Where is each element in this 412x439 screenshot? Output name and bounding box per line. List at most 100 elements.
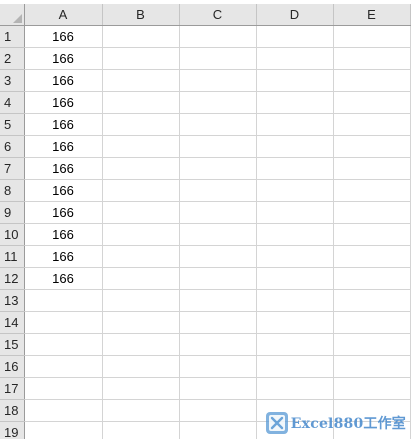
cell-a[interactable]: 166 bbox=[24, 223, 103, 246]
cell-e[interactable] bbox=[333, 47, 411, 70]
cell-c[interactable] bbox=[179, 179, 257, 202]
row-header[interactable]: 9 bbox=[0, 201, 25, 224]
select-all-corner[interactable] bbox=[0, 4, 25, 26]
cell-c[interactable] bbox=[179, 333, 257, 356]
cell-c[interactable] bbox=[179, 311, 257, 334]
cell-c[interactable] bbox=[179, 201, 257, 224]
cell-c[interactable] bbox=[179, 289, 257, 312]
cell-c[interactable] bbox=[179, 399, 257, 422]
cell-e[interactable] bbox=[333, 245, 411, 268]
row-header[interactable]: 8 bbox=[0, 179, 25, 202]
cell-b[interactable] bbox=[102, 377, 180, 400]
cell-e[interactable] bbox=[333, 157, 411, 180]
row-header[interactable]: 6 bbox=[0, 135, 25, 158]
row-header[interactable]: 10 bbox=[0, 223, 25, 246]
cell-a[interactable]: 166 bbox=[24, 135, 103, 158]
row-header[interactable]: 19 bbox=[0, 421, 25, 439]
cell-d[interactable] bbox=[256, 179, 334, 202]
cell-d[interactable] bbox=[256, 223, 334, 246]
cell-c[interactable] bbox=[179, 223, 257, 246]
row-header[interactable]: 7 bbox=[0, 157, 25, 180]
cell-b[interactable] bbox=[102, 201, 180, 224]
cell-e[interactable] bbox=[333, 113, 411, 136]
cell-b[interactable] bbox=[102, 399, 180, 422]
row-header[interactable]: 13 bbox=[0, 289, 25, 312]
cell-c[interactable] bbox=[179, 355, 257, 378]
cell-b[interactable] bbox=[102, 157, 180, 180]
cell-e[interactable] bbox=[333, 333, 411, 356]
cell-c[interactable] bbox=[179, 135, 257, 158]
cell-e[interactable] bbox=[333, 223, 411, 246]
cell-a[interactable]: 166 bbox=[24, 179, 103, 202]
cell-e[interactable] bbox=[333, 91, 411, 114]
cell-c[interactable] bbox=[179, 267, 257, 290]
cell-e[interactable] bbox=[333, 377, 411, 400]
cell-d[interactable] bbox=[256, 157, 334, 180]
cell-b[interactable] bbox=[102, 25, 180, 48]
cell-d[interactable] bbox=[256, 201, 334, 224]
cell-c[interactable] bbox=[179, 245, 257, 268]
row-header[interactable]: 11 bbox=[0, 245, 25, 268]
row-header[interactable]: 3 bbox=[0, 69, 25, 92]
cell-a[interactable]: 166 bbox=[24, 201, 103, 224]
cell-c[interactable] bbox=[179, 47, 257, 70]
column-header-c[interactable]: C bbox=[179, 4, 257, 26]
cell-a[interactable]: 166 bbox=[24, 157, 103, 180]
cell-b[interactable] bbox=[102, 245, 180, 268]
cell-a[interactable]: 166 bbox=[24, 69, 103, 92]
cell-d[interactable] bbox=[256, 47, 334, 70]
cell-d[interactable] bbox=[256, 377, 334, 400]
column-header-a[interactable]: A bbox=[24, 4, 103, 26]
cell-e[interactable] bbox=[333, 311, 411, 334]
cell-d[interactable] bbox=[256, 311, 334, 334]
cell-a[interactable]: 166 bbox=[24, 113, 103, 136]
cell-a[interactable] bbox=[24, 289, 103, 312]
cell-d[interactable] bbox=[256, 69, 334, 92]
cell-b[interactable] bbox=[102, 69, 180, 92]
cell-b[interactable] bbox=[102, 311, 180, 334]
cell-c[interactable] bbox=[179, 377, 257, 400]
row-header[interactable]: 14 bbox=[0, 311, 25, 334]
cell-d[interactable] bbox=[256, 135, 334, 158]
cell-d[interactable] bbox=[256, 289, 334, 312]
cell-b[interactable] bbox=[102, 223, 180, 246]
column-header-b[interactable]: B bbox=[102, 4, 180, 26]
row-header[interactable]: 4 bbox=[0, 91, 25, 114]
cell-b[interactable] bbox=[102, 333, 180, 356]
cell-e[interactable] bbox=[333, 289, 411, 312]
cell-c[interactable] bbox=[179, 421, 257, 439]
row-header[interactable]: 1 bbox=[0, 25, 25, 48]
cell-b[interactable] bbox=[102, 179, 180, 202]
cell-a[interactable] bbox=[24, 421, 103, 439]
cell-d[interactable] bbox=[256, 91, 334, 114]
cell-c[interactable] bbox=[179, 25, 257, 48]
cell-c[interactable] bbox=[179, 113, 257, 136]
cell-e[interactable] bbox=[333, 201, 411, 224]
cell-c[interactable] bbox=[179, 91, 257, 114]
cell-d[interactable] bbox=[256, 267, 334, 290]
cell-b[interactable] bbox=[102, 355, 180, 378]
column-header-d[interactable]: D bbox=[256, 4, 334, 26]
cell-c[interactable] bbox=[179, 157, 257, 180]
cell-a[interactable] bbox=[24, 399, 103, 422]
row-header[interactable]: 18 bbox=[0, 399, 25, 422]
cell-b[interactable] bbox=[102, 267, 180, 290]
cell-e[interactable] bbox=[333, 355, 411, 378]
row-header[interactable]: 16 bbox=[0, 355, 25, 378]
row-header[interactable]: 15 bbox=[0, 333, 25, 356]
cell-e[interactable] bbox=[333, 135, 411, 158]
column-header-e[interactable]: E bbox=[333, 4, 411, 26]
cell-a[interactable] bbox=[24, 377, 103, 400]
cell-b[interactable] bbox=[102, 47, 180, 70]
cell-c[interactable] bbox=[179, 69, 257, 92]
cell-d[interactable] bbox=[256, 333, 334, 356]
cell-a[interactable] bbox=[24, 333, 103, 356]
cell-b[interactable] bbox=[102, 135, 180, 158]
cell-b[interactable] bbox=[102, 91, 180, 114]
cell-e[interactable] bbox=[333, 267, 411, 290]
cell-d[interactable] bbox=[256, 113, 334, 136]
cell-b[interactable] bbox=[102, 113, 180, 136]
row-header[interactable]: 12 bbox=[0, 267, 25, 290]
cell-a[interactable]: 166 bbox=[24, 47, 103, 70]
cell-d[interactable] bbox=[256, 25, 334, 48]
